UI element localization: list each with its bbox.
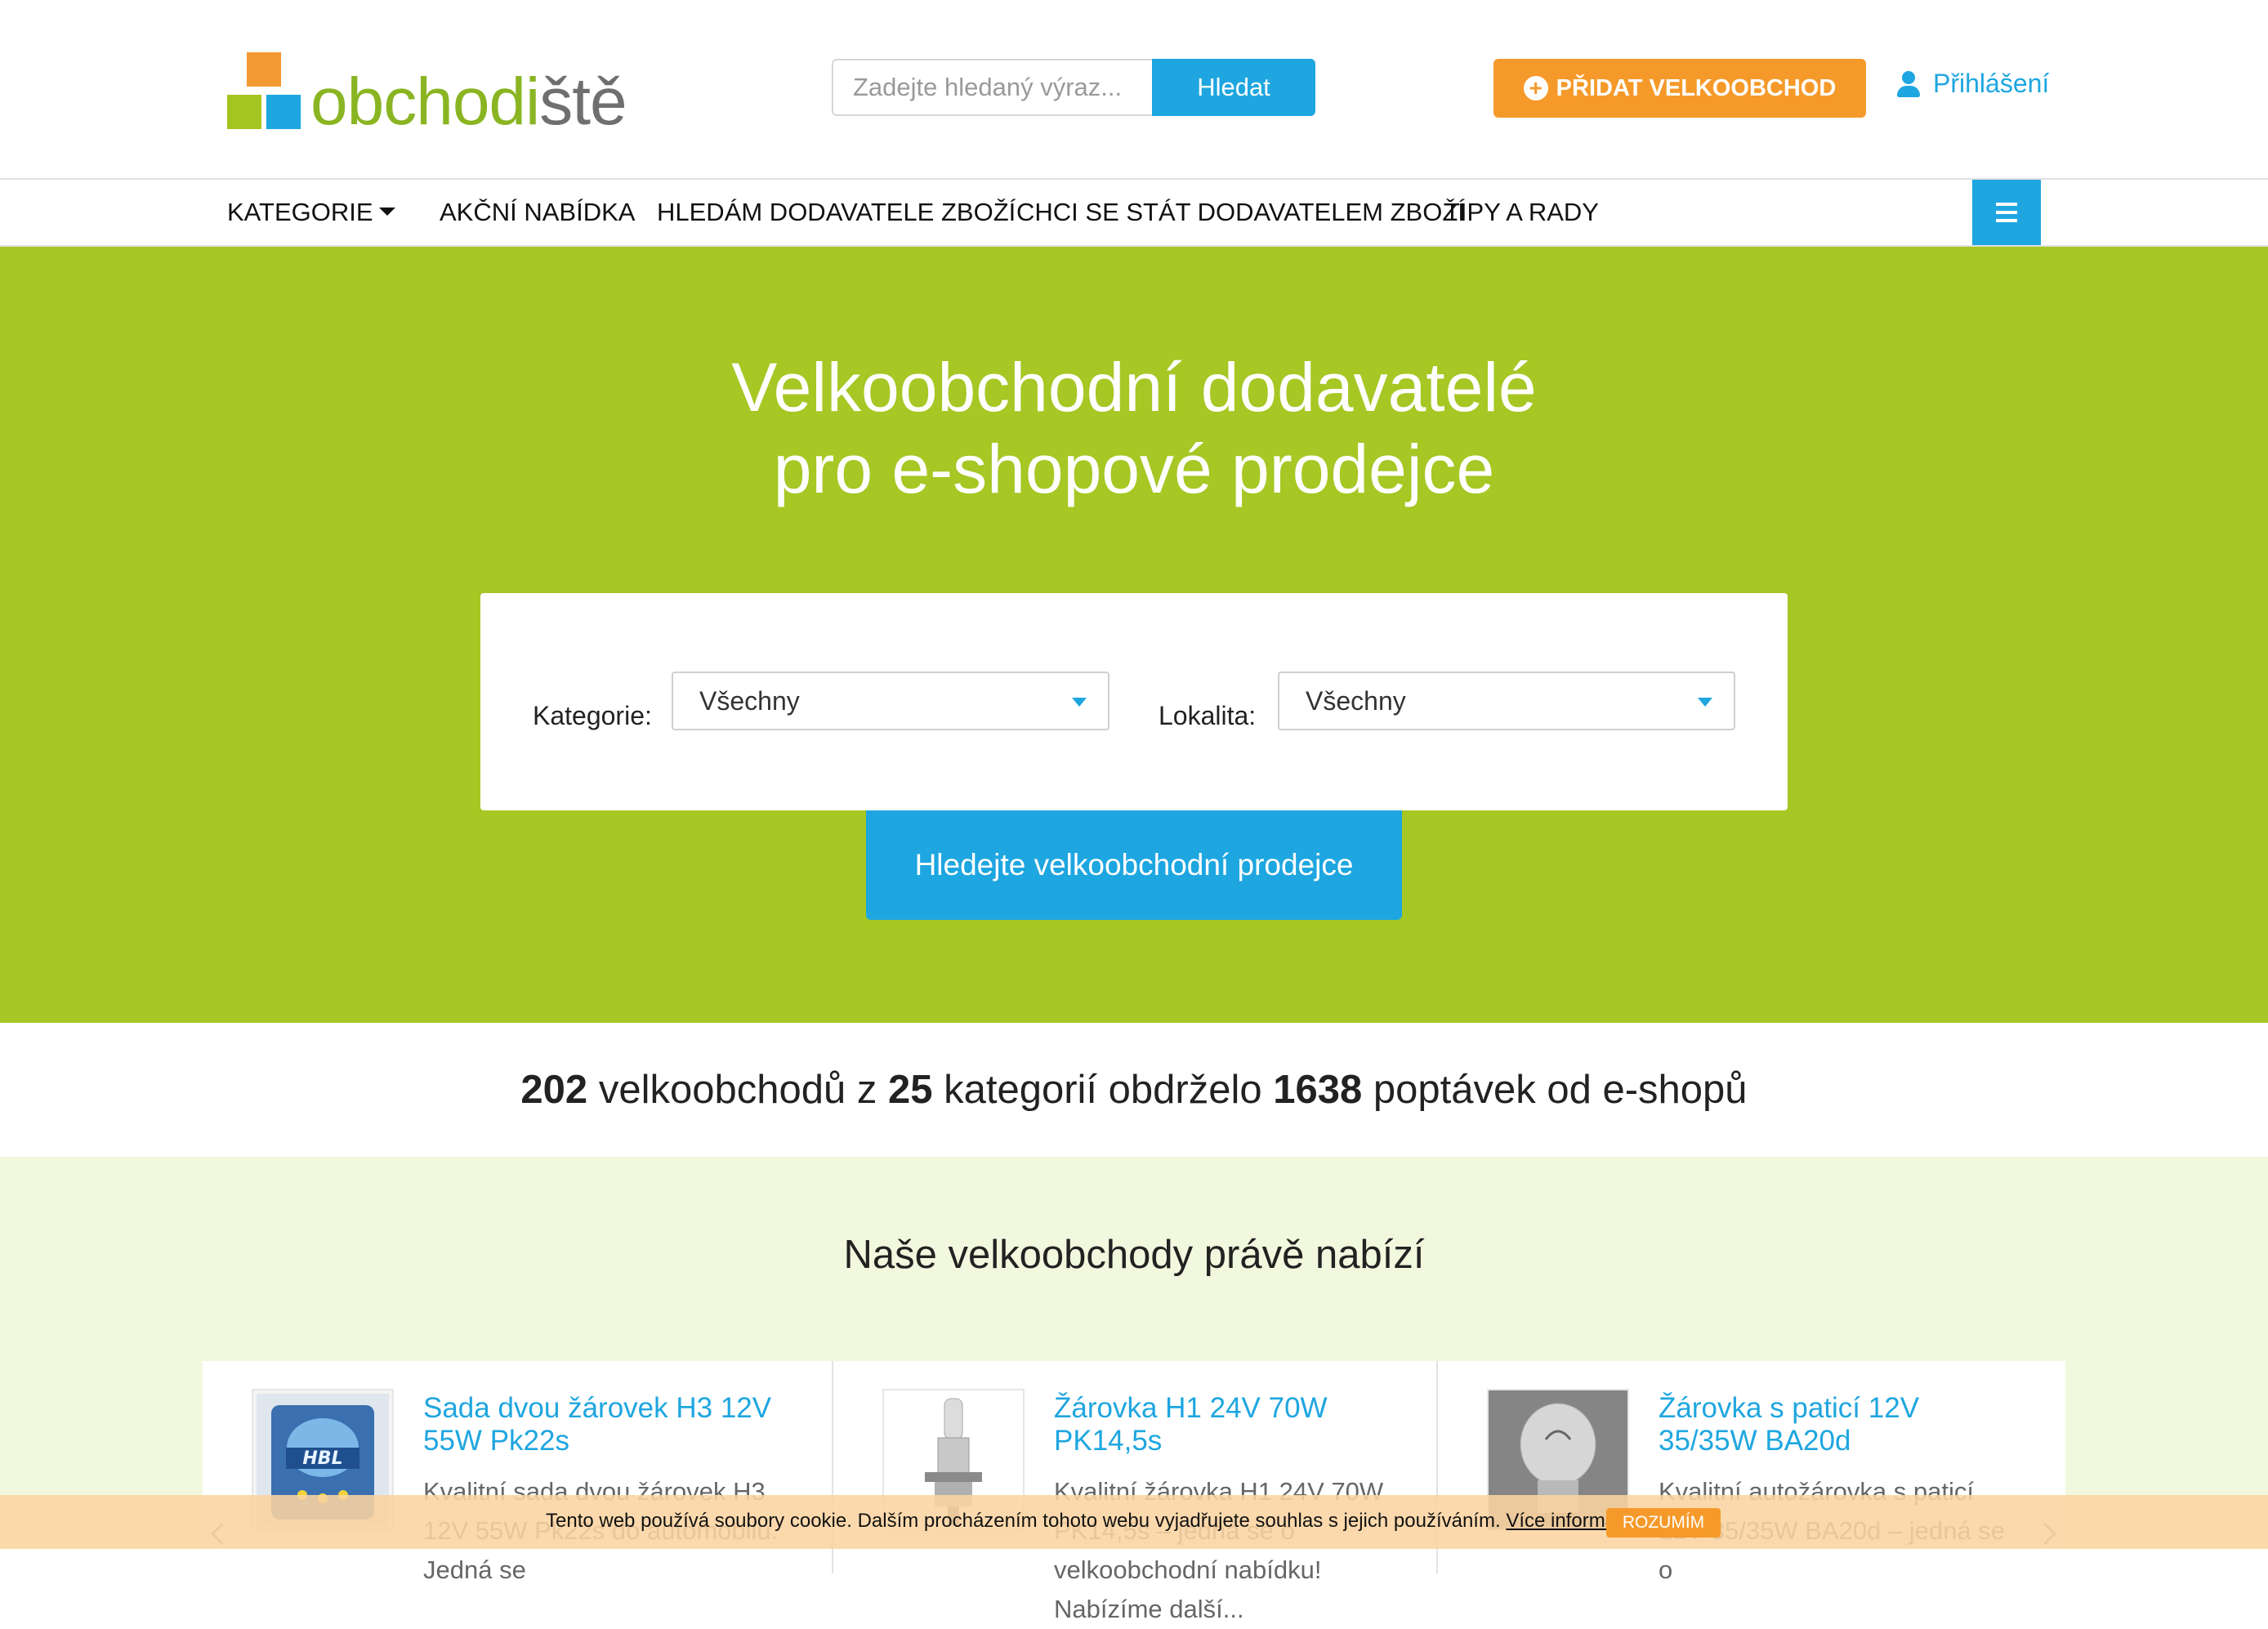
hero-section: Velkoobchodní dodavatelé pro e-shopové p…: [0, 247, 2268, 1023]
stats-wholesalers-count: 202: [520, 1068, 588, 1112]
stats-inquiries-count: 1638: [1273, 1068, 1363, 1112]
nav-item-chci-se-stat-dodavatelem[interactable]: CHCI SE STÁT DODAVATELEM ZBOŽÍ: [1016, 180, 1465, 245]
cookie-accept-button[interactable]: ROZUMÍM: [1606, 1508, 1721, 1538]
add-wholesaler-label: PŘIDAT VELKOOBCHOD: [1556, 74, 1837, 101]
logo-text-part1: obchodi: [310, 65, 540, 139]
nav-item-tipy-a-rady[interactable]: TIPY A RADY: [1444, 180, 1599, 245]
offer-title[interactable]: Žárovka H1 24V 70W PK14,5s: [1054, 1392, 1413, 1457]
nav-item-hledam-dodavatele[interactable]: HLEDÁM DODAVATELE ZBOŽÍ: [657, 180, 1016, 245]
cookie-bar: Tento web používá soubory cookie. Dalším…: [0, 1495, 2268, 1549]
login-label: Přihlášení: [1933, 69, 2050, 98]
category-select[interactable]: Všechny: [672, 672, 1109, 730]
add-wholesaler-button[interactable]: + PŘIDAT VELKOOBCHOD: [1493, 59, 1866, 118]
cookie-text: Tento web používá soubory cookie. Dalším…: [546, 1510, 1501, 1532]
search-wholesalers-button[interactable]: Hledejte velkoobchodní prodejce: [866, 810, 1402, 920]
offers-section: Naše velkoobchody právě nabízí HBL Sada …: [0, 1157, 2268, 1623]
location-select[interactable]: Všechny: [1278, 672, 1735, 730]
offer-title[interactable]: Sada dvou žárovek H3 12V 55W Pk22s: [423, 1392, 783, 1457]
stats-categories-count: 25: [887, 1068, 933, 1112]
user-icon: [1897, 70, 1920, 97]
filter-box: Kategorie: Všechny Lokalita: Všechny: [480, 593, 1788, 810]
cookie-message: Tento web používá soubory cookie. Dalším…: [546, 1510, 1668, 1533]
dropdown-arrow-icon: [1698, 698, 1712, 707]
svg-text:HBL: HBL: [302, 1448, 342, 1469]
caret-down-icon[interactable]: [379, 208, 395, 216]
offers-title: Naše velkoobchody právě nabízí: [843, 1233, 1425, 1277]
logo-blocks-icon: [227, 52, 306, 131]
stats-text2: kategorií obdrželo: [944, 1068, 1262, 1112]
site-header: obchodiště Hledat + PŘIDAT VELKOOBCHOD P…: [0, 0, 2268, 178]
login-link[interactable]: Přihlášení: [1897, 69, 2049, 99]
category-label: Kategorie:: [533, 701, 652, 730]
location-select-value: Všechny: [1306, 686, 1406, 716]
header-search: Hledat: [832, 59, 1315, 116]
stats-text3: poptávek od e-shopů: [1373, 1068, 1748, 1112]
search-input[interactable]: [832, 59, 1152, 116]
dropdown-arrow-icon: [1072, 698, 1087, 707]
nav-item-kategorie[interactable]: KATEGORIE: [227, 180, 373, 245]
hero-title-line1: Velkoobchodní dodavatelé: [731, 349, 1537, 426]
offer-title[interactable]: Žárovka s paticí 12V 35/35W BA20d: [1659, 1392, 2018, 1457]
site-logo[interactable]: obchodiště: [227, 49, 627, 136]
main-nav: KATEGORIE AKČNÍ NABÍDKA HLEDÁM DODAVATEL…: [0, 178, 2268, 247]
hero-title: Velkoobchodní dodavatelé pro e-shopové p…: [0, 346, 2268, 510]
location-label: Lokalita:: [1159, 701, 1257, 730]
stats-text1: velkoobchodů z: [598, 1068, 877, 1112]
logo-text-part2: ště: [539, 65, 627, 139]
hamburger-menu-button[interactable]: [1972, 180, 2041, 245]
nav-item-akcni-nabidka[interactable]: AKČNÍ NABÍDKA: [440, 180, 635, 245]
logo-text: obchodiště: [310, 69, 627, 136]
stats-line: 202 velkoobchodů z 25 kategorií obdrželo…: [0, 1023, 2268, 1157]
category-select-value: Všechny: [699, 686, 800, 716]
hero-title-line2: pro e-shopové prodejce: [773, 431, 1495, 507]
plus-circle-icon: +: [1523, 76, 1548, 100]
search-button[interactable]: Hledat: [1152, 59, 1315, 116]
